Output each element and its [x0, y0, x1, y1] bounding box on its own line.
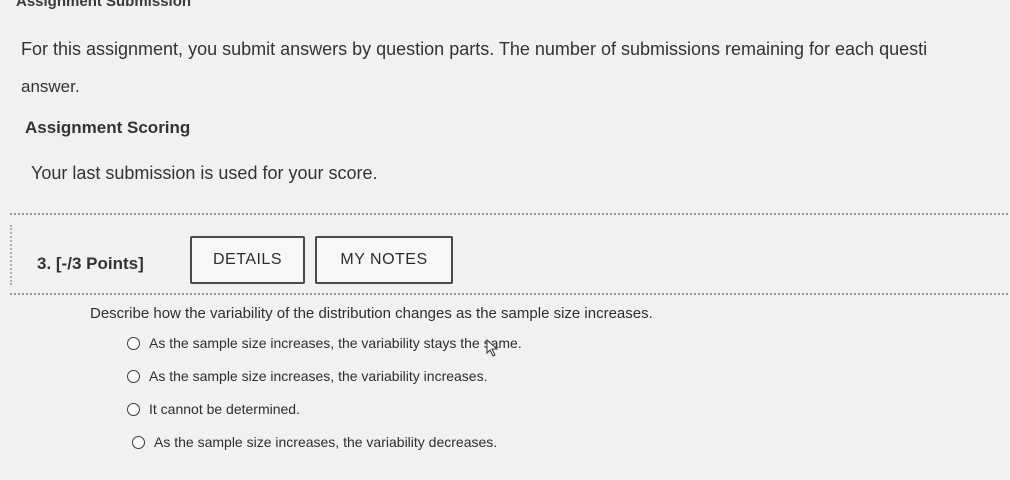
answer-option-2[interactable]: As the sample size increases, the variab… [127, 368, 487, 384]
submission-intro-line1: For this assignment, you submit answers … [21, 39, 928, 59]
answer-option-label: As the sample size increases, the variab… [149, 335, 522, 351]
radio-button[interactable] [127, 369, 140, 383]
assignment-submission-heading: Assignment Submission [16, 0, 192, 10]
my-notes-button[interactable]: MY NOTES [315, 236, 453, 284]
answer-option-3[interactable]: It cannot be determined. [127, 401, 300, 417]
answer-option-4[interactable]: As the sample size increases, the variab… [132, 434, 497, 450]
assignment-scoring-text: Your last submission is used for your sc… [31, 163, 378, 183]
question-prompt: Describe how the variability of the dist… [90, 305, 653, 322]
submission-intro: For this assignment, you submit answers … [21, 30, 1010, 106]
answer-option-label: It cannot be determined. [149, 401, 300, 417]
assignment-scoring-heading: Assignment Scoring [25, 118, 191, 137]
answer-option-1[interactable]: As the sample size increases, the variab… [127, 335, 522, 351]
question-header-bar [10, 213, 1010, 295]
mouse-pointer-icon [486, 338, 499, 357]
answer-option-label: As the sample size increases, the variab… [149, 368, 488, 384]
question-header-divider [10, 225, 13, 285]
question-number-points: 3. [-/3 Points] [37, 254, 144, 273]
details-button[interactable]: DETAILS [190, 236, 305, 284]
answer-option-label: As the sample size increases, the variab… [154, 434, 498, 450]
radio-button[interactable] [132, 435, 145, 449]
submission-intro-line2: answer. [21, 77, 80, 96]
radio-button[interactable] [127, 402, 140, 416]
radio-button[interactable] [127, 336, 140, 350]
